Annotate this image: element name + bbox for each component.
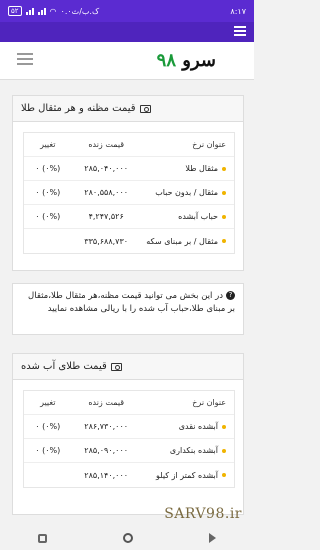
money-icon	[139, 104, 151, 113]
network-speed: ۰.۰ک.ب/ث	[60, 6, 100, 16]
table-row: آبشده بنکداری ۲۸۵,۰۹۰,۰۰۰ (۰%) ۰	[24, 439, 234, 463]
home-icon[interactable]	[123, 533, 133, 543]
row-price: ۲۸۵,۰۴۰,۰۰۰	[84, 164, 129, 173]
browser-toolbar	[0, 22, 254, 42]
row-change: (۰%) ۰	[35, 446, 61, 455]
col-name-header: عنوان نرخ	[192, 140, 226, 149]
row-price: ۲۸۵,۱۴۰,۰۰۰	[84, 470, 129, 480]
bullet-icon	[222, 473, 226, 477]
row-price: ۲۸۶,۷۳۰,۰۰۰	[84, 422, 129, 431]
bullet-icon	[222, 448, 226, 453]
bullet-icon	[222, 214, 226, 219]
info-notice: ?در این بخش می توانید قیمت مظنه،هر مثقال…	[12, 283, 244, 335]
row-name: آبشده نقدی	[178, 422, 218, 431]
card-title: قیمت طلای آب شده	[13, 354, 243, 380]
clock: ۸:۱۷	[230, 6, 246, 16]
money-icon	[110, 362, 122, 371]
row-name-cell: مثقال / بدون حباب	[141, 188, 234, 197]
watermark: SARV98.ir	[164, 506, 242, 522]
wifi-icon: ◠	[49, 6, 57, 16]
back-icon[interactable]	[209, 533, 216, 543]
row-name-cell: آبشده بنکداری	[141, 446, 234, 455]
col-change-header: تغییر	[40, 398, 56, 407]
info-icon: ?	[226, 291, 235, 300]
status-left: ۵۲ ◠ ۰.۰ک.ب/ث	[8, 6, 99, 16]
col-price-header: قیمت زنده	[88, 398, 125, 407]
col-change-header: تغییر	[40, 140, 56, 149]
melted-gold-card: قیمت طلای آب شده عنوان نرخ قیمت زنده تغی…	[12, 353, 244, 515]
row-change: (۰%) ۰	[35, 422, 61, 431]
table-header: عنوان نرخ قیمت زنده تغییر	[24, 133, 234, 157]
table-row: حباب آبشده ۴,۲۴۷,۵۲۶ (۰%) ۰	[24, 205, 234, 229]
col-name-header: عنوان نرخ	[192, 398, 226, 407]
site-logo[interactable]: سرو ۹۸	[157, 50, 216, 71]
android-nav-bar	[0, 526, 254, 550]
logo-text: سرو	[182, 50, 216, 71]
signal-icon-2	[37, 7, 46, 15]
gold-price-table: عنوان نرخ قیمت زنده تغییر مثقال طلا ۲۸۵,…	[23, 132, 235, 254]
bullet-icon	[222, 190, 226, 195]
table-row: آبشده کمتر از کیلو ۲۸۵,۱۴۰,۰۰۰	[24, 463, 234, 487]
row-name: مثقال طلا	[185, 164, 218, 173]
row-name-cell: حباب آبشده	[141, 212, 234, 221]
row-price: ۲۸۰,۵۵۸,۰۰۰	[84, 188, 129, 197]
table-header: عنوان نرخ قیمت زنده تغییر	[24, 391, 234, 415]
bullet-icon	[222, 239, 226, 243]
row-price: ۴,۲۴۷,۵۲۶	[88, 212, 124, 221]
battery-icon: ۵۲	[8, 6, 22, 16]
row-name: مثقال / بر مبنای سکه	[146, 236, 218, 246]
card-title: قیمت مظنه و هر مثقال طلا	[13, 96, 243, 122]
bullet-icon	[222, 424, 226, 429]
table-row: مثقال طلا ۲۸۵,۰۴۰,۰۰۰ (۰%) ۰	[24, 157, 234, 181]
table-row: مثقال / بدون حباب ۲۸۰,۵۵۸,۰۰۰ (۰%) ۰	[24, 181, 234, 205]
row-name-cell: مثقال طلا	[141, 164, 234, 173]
row-name-cell: آبشده نقدی	[141, 422, 234, 431]
row-name: مثقال / بدون حباب	[155, 188, 218, 197]
table-row: مثقال / بر مبنای سکه ۳۳۵,۶۸۸,۷۳۰	[24, 229, 234, 253]
row-change: (۰%) ۰	[35, 188, 61, 197]
row-price: ۲۸۵,۰۹۰,۰۰۰	[84, 446, 129, 455]
row-name: آبشده کمتر از کیلو	[156, 470, 218, 480]
recent-apps-icon[interactable]	[38, 533, 47, 543]
gold-price-card: قیمت مظنه و هر مثقال طلا عنوان نرخ قیمت …	[12, 95, 244, 271]
notice-text: در این بخش می توانید قیمت مظنه،هر مثقال …	[28, 291, 235, 314]
row-change: (۰%) ۰	[35, 164, 61, 173]
status-bar: ۵۲ ◠ ۰.۰ک.ب/ث ۸:۱۷	[0, 0, 254, 22]
melted-price-table: عنوان نرخ قیمت زنده تغییر آبشده نقدی ۲۸۶…	[23, 390, 235, 488]
row-change: (۰%) ۰	[35, 212, 61, 221]
logo-number: ۹۸	[156, 50, 176, 71]
row-name-cell: مثقال / بر مبنای سکه	[141, 237, 234, 246]
card-title-label: قیمت طلای آب شده	[21, 361, 107, 372]
hamburger-menu-icon[interactable]	[17, 53, 33, 65]
browser-menu-icon[interactable]	[234, 26, 246, 38]
table-row: آبشده نقدی ۲۸۶,۷۳۰,۰۰۰ (۰%) ۰	[24, 415, 234, 439]
bullet-icon	[222, 166, 226, 171]
signal-icon	[25, 7, 34, 15]
col-price-header: قیمت زنده	[88, 140, 125, 149]
card-title-label: قیمت مظنه و هر مثقال طلا	[21, 103, 136, 114]
row-name: آبشده بنکداری	[169, 446, 218, 455]
row-price: ۳۳۵,۶۸۸,۷۳۰	[84, 236, 129, 246]
site-header: سرو ۹۸	[0, 42, 254, 80]
row-name-cell: آبشده کمتر از کیلو	[141, 471, 234, 480]
row-name: حباب آبشده	[178, 212, 218, 221]
